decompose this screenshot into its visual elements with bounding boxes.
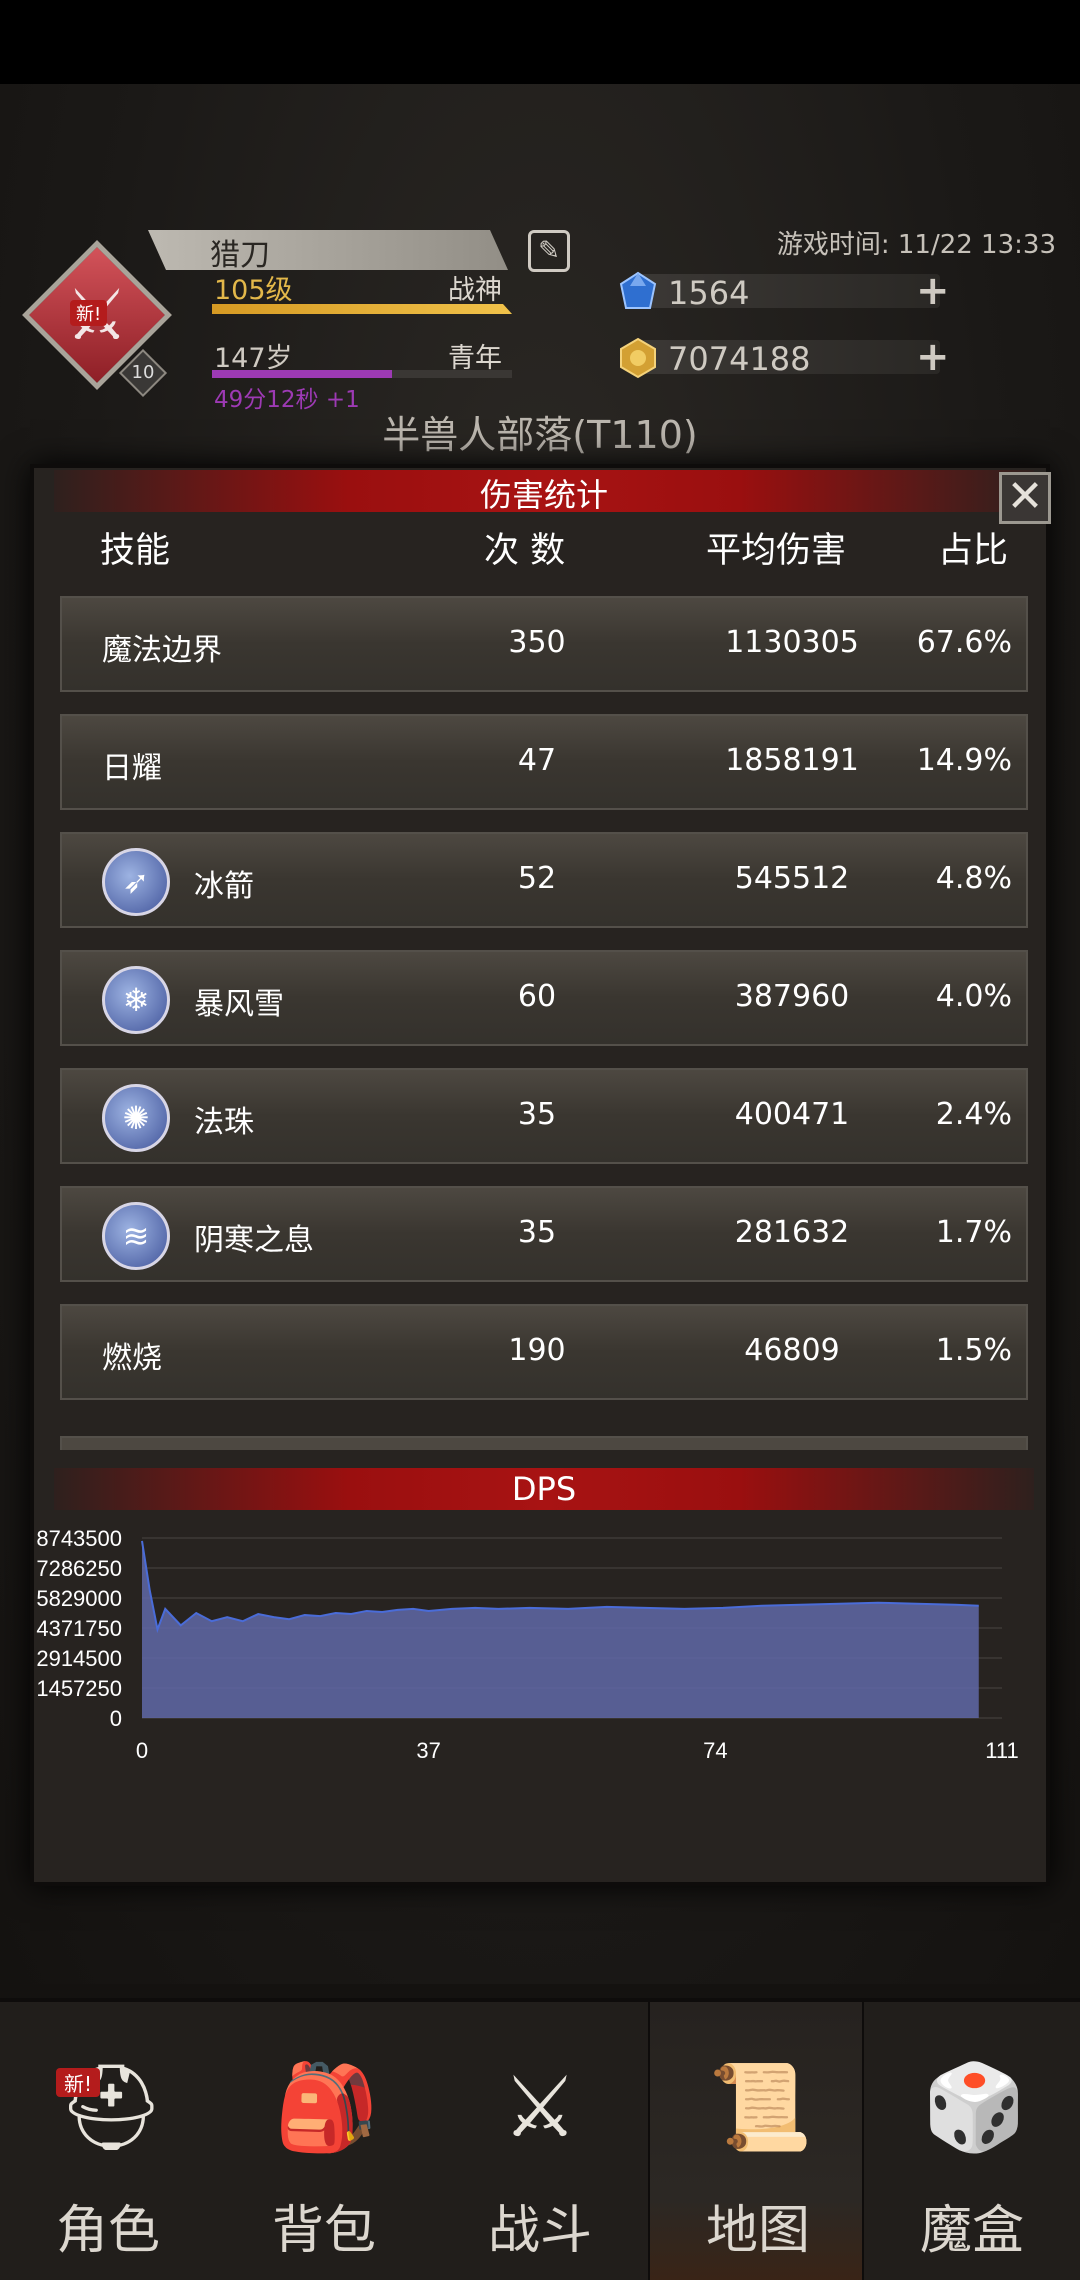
- level-progress-bar: [212, 304, 512, 314]
- average-damage: 281632: [734, 1215, 850, 1250]
- y-tick-label: 0: [110, 1706, 122, 1731]
- scroll-map-icon: 📜: [708, 2058, 813, 2156]
- dps-chart: 8743500 7286250 5829000 4371750 2914500 14572…: [36, 1526, 1018, 1763]
- damage-percentage: 1.7%: [935, 1215, 1012, 1250]
- damage-percentage: 1.5%: [935, 1333, 1012, 1368]
- ice-arrow-icon-glyph: ➶: [122, 863, 150, 901]
- skill-name: 法珠: [194, 1105, 254, 1140]
- table-row: 燃烧 190 46809 1.5%: [60, 1304, 1028, 1400]
- magic-box-icon: 🎲: [922, 2058, 1027, 2156]
- skill-name: 魔法边界: [102, 633, 222, 668]
- level-badge-number: 10: [131, 362, 155, 383]
- orb-icon-glyph: ✺: [122, 1099, 150, 1137]
- game-time: 游戏时间: 11/22 13:33: [776, 230, 1056, 260]
- new-badge: 新!: [70, 300, 108, 326]
- average-damage: 46809: [744, 1333, 840, 1368]
- hit-count: 35: [517, 1215, 557, 1250]
- nav-label: 战斗: [487, 2201, 592, 2261]
- average-damage: 400471: [734, 1097, 850, 1132]
- skill-name: 暴风雪: [194, 987, 284, 1022]
- skill-name: 日耀: [102, 751, 162, 786]
- add-diamond-button[interactable]: +: [916, 268, 950, 314]
- gold-resource: 7074188 +: [616, 334, 956, 380]
- table-row: 日耀 47 1858191 14.9%: [60, 714, 1028, 810]
- region-name: 半兽人部落(T110): [382, 413, 698, 457]
- diamond-resource: 1564 +: [616, 268, 956, 314]
- x-tick-label: 37: [416, 1738, 440, 1763]
- hit-count: 52: [517, 861, 557, 896]
- bottom-nav: ⛑ 新! 角色 🎒 背包 ⚔ 战斗 📜 地图 🎲 魔盒: [0, 1998, 1080, 2280]
- y-tick-label: 2914500: [36, 1646, 122, 1671]
- damage-percentage: 67.6%: [916, 625, 1012, 660]
- hit-count: 190: [508, 1333, 566, 1368]
- x-tick-label: 111: [985, 1738, 1018, 1763]
- hit-count: 350: [508, 625, 566, 660]
- player-title: 战神: [448, 275, 502, 306]
- average-damage: 545512: [734, 861, 850, 896]
- hit-count: 35: [517, 1097, 557, 1132]
- table-row: ≋ 阴寒之息 35 281632 1.7%: [60, 1186, 1028, 1282]
- backpack-icon: 🎒: [274, 2058, 379, 2156]
- name-plate: [148, 230, 508, 270]
- blizzard-icon: ❄: [102, 966, 170, 1034]
- hit-count: 60: [517, 979, 557, 1014]
- hit-count: 47: [517, 743, 557, 778]
- damage-percentage: 14.9%: [916, 743, 1012, 778]
- edit-icon[interactable]: ✎: [528, 230, 570, 272]
- table-row: 魔法边界 350 1130305 67.6%: [60, 596, 1028, 692]
- y-tick-label: 7286250: [36, 1556, 122, 1581]
- frost-breath-icon: ≋: [102, 1202, 170, 1270]
- y-tick-label: 5829000: [36, 1586, 122, 1611]
- column-header-count: 次 数: [484, 531, 566, 571]
- average-damage: 1858191: [725, 743, 859, 778]
- blue-gem-icon: [619, 271, 657, 309]
- add-gold-button[interactable]: +: [916, 334, 950, 380]
- average-damage: 387960: [734, 979, 850, 1014]
- x-tick-label: 74: [703, 1738, 727, 1763]
- status-bar: [0, 0, 1080, 84]
- modal-title: 伤害统计: [479, 476, 608, 514]
- damage-percentage: 2.4%: [935, 1097, 1012, 1132]
- nav-label: 角色: [55, 2201, 160, 2261]
- new-badge: 新!: [56, 2068, 101, 2097]
- skill-name: 冰箭: [194, 869, 254, 904]
- column-header-avg-damage: 平均伤害: [706, 531, 847, 571]
- diamond-count: 1564: [668, 274, 750, 312]
- column-header-percentage: 占比: [938, 531, 1009, 571]
- blizzard-icon-glyph: ❄: [122, 981, 150, 1019]
- nav-item-character[interactable]: ⛑ 新! 角色: [0, 2002, 216, 2280]
- player-level: 105级: [214, 275, 293, 306]
- ice-arrow-icon: ➶: [102, 848, 170, 916]
- orb-icon: ✺: [102, 1084, 170, 1152]
- nav-label: 魔盒: [919, 2201, 1024, 2261]
- nav-item-magic-box[interactable]: 🎲 魔盒: [864, 2002, 1080, 2280]
- nav-label: 背包: [271, 2201, 376, 2261]
- nav-item-battle[interactable]: ⚔ 战斗: [432, 2002, 648, 2280]
- table-row-partial: [60, 1436, 1028, 1450]
- nav-item-map[interactable]: 📜 地图: [648, 2002, 864, 2280]
- y-tick-label: 4371750: [36, 1616, 122, 1641]
- damage-percentage: 4.0%: [935, 979, 1012, 1014]
- average-damage: 1130305: [725, 625, 859, 660]
- nav-item-backpack[interactable]: 🎒 背包: [216, 2002, 432, 2280]
- sword-shield-icon: ⚔: [502, 2058, 578, 2156]
- table-row: ❄ 暴风雪 60 387960 4.0%: [60, 950, 1028, 1046]
- table-row: ➶ 冰箭 52 545512 4.8%: [60, 832, 1028, 928]
- age-progress-bar: [212, 370, 392, 378]
- dps-title: DPS: [511, 1470, 577, 1508]
- skill-name: 阴寒之息: [194, 1223, 314, 1258]
- table-row: ✺ 法珠 35 400471 2.4%: [60, 1068, 1028, 1164]
- close-button[interactable]: ✕: [999, 472, 1051, 524]
- frost-breath-icon-glyph: ≋: [122, 1217, 150, 1255]
- damage-stats-modal: 伤害统计 ✕ 技能 次 数 平均伤害 占比 魔法边界 350 1130305 67.6…: [30, 464, 1051, 1886]
- x-tick-label: 0: [136, 1738, 148, 1763]
- nav-label: 地图: [705, 2201, 810, 2261]
- damage-percentage: 4.8%: [935, 861, 1012, 896]
- column-header-skill: 技能: [100, 531, 171, 571]
- y-tick-label: 1457250: [36, 1676, 122, 1701]
- gold-count: 7074188: [668, 340, 811, 378]
- skill-name: 燃烧: [102, 1341, 162, 1376]
- gold-coin-icon: [620, 337, 656, 379]
- y-tick-label: 8743500: [36, 1526, 122, 1551]
